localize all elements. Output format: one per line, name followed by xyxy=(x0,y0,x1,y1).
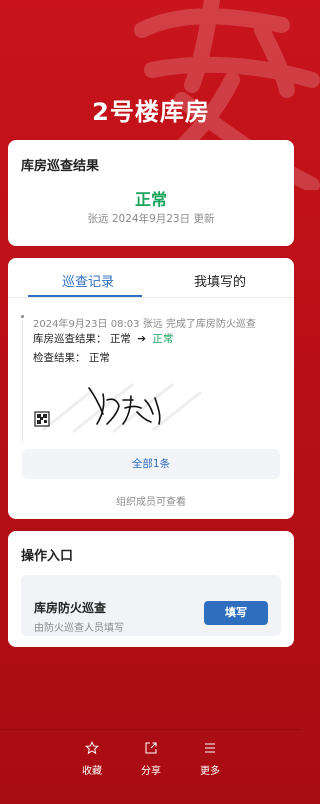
result-card-heading: 库房巡查结果 xyxy=(21,159,100,174)
share-label: 分享 xyxy=(141,766,161,777)
page-title: 2号楼库房 xyxy=(92,98,210,126)
operations-card: 操作入口 库房防火巡查 由防火巡查人员填写 填写 xyxy=(8,531,294,647)
favorite-label: 收藏 xyxy=(82,766,102,777)
change-label: 库房巡查结果： xyxy=(33,333,107,345)
fire-inspection-entry[interactable]: 库房防火巡查 由防火巡查人员填写 填写 xyxy=(21,575,281,636)
qr-code-icon xyxy=(34,411,50,427)
visibility-note: 组织成员可查看 xyxy=(116,497,186,508)
bottom-divider xyxy=(0,729,302,730)
check-result: 检查结果： 正常 xyxy=(33,352,110,364)
operations-heading: 操作入口 xyxy=(21,549,74,564)
favorite-button[interactable]: 收藏 xyxy=(72,741,112,777)
signature-image[interactable] xyxy=(33,370,203,436)
entry-description: 由防火巡查人员填写 xyxy=(34,623,124,634)
more-button[interactable]: 更多 xyxy=(190,741,230,777)
menu-icon xyxy=(205,743,215,753)
more-label: 更多 xyxy=(200,766,220,777)
share-icon xyxy=(145,742,157,754)
share-button[interactable]: 分享 xyxy=(131,741,171,777)
arrow-right-icon: ➔ xyxy=(137,333,146,345)
update-info: 张远 2024年9月23日 更新 xyxy=(87,213,215,225)
result-card: 库房巡查结果 正常 张远 2024年9月23日 更新 xyxy=(8,140,294,246)
timeline-line xyxy=(22,320,23,442)
timeline-dot xyxy=(21,315,24,318)
tab-inspection-records[interactable]: 巡查记录 xyxy=(28,271,148,290)
tabs-divider xyxy=(8,297,294,298)
records-tabs: 巡查记录 我填写的 xyxy=(8,258,294,298)
fill-button[interactable]: 填写 xyxy=(204,601,268,625)
star-icon xyxy=(85,741,99,755)
view-all-button[interactable]: 全部1条 xyxy=(22,449,280,479)
change-from: 正常 xyxy=(109,333,131,345)
record-change: 库房巡查结果： 正常 ➔ 正常 xyxy=(33,331,173,346)
bottom-bar: 收藏 分享 更多 xyxy=(0,735,302,804)
records-card: 巡查记录 我填写的 2024年9月23日 08:03 张远 完成了库房防火巡查 … xyxy=(8,258,294,519)
change-to: 正常 xyxy=(152,333,174,345)
status-value: 正常 xyxy=(134,190,167,209)
record-summary: 2024年9月23日 08:03 张远 完成了库房防火巡查 xyxy=(33,319,256,330)
entry-name: 库房防火巡查 xyxy=(34,601,107,615)
tab-my-submissions[interactable]: 我填写的 xyxy=(160,271,280,290)
